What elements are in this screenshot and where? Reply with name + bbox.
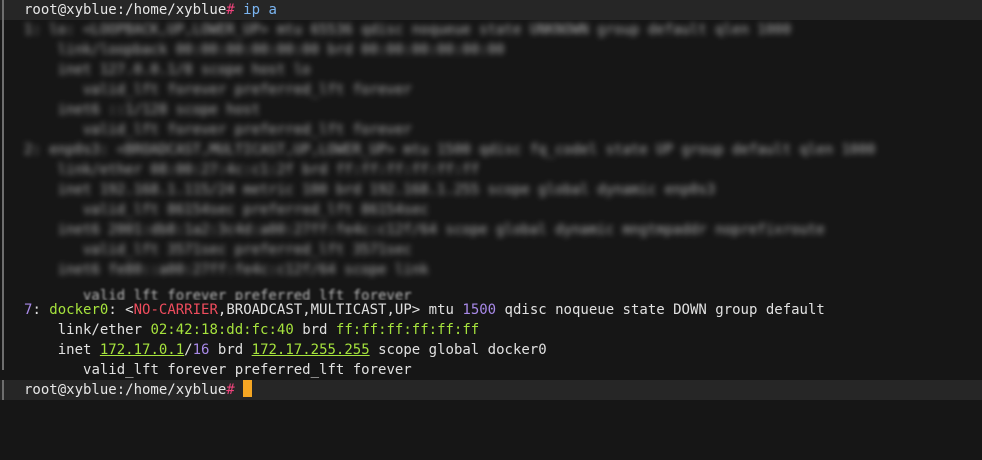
link-label: link/ether <box>57 322 143 338</box>
inet-line: inet 172.17.0.1/16 brd 172.17.255.255 sc… <box>57 342 547 358</box>
prompt-symbol: # <box>226 2 235 18</box>
blurred-line: link/loopback 00:00:00:00:00:00 brd 00:0… <box>24 42 505 58</box>
brd-label: brd <box>302 322 328 338</box>
flags-close: > <box>411 302 421 318</box>
blurred-line: link/ether 08:00:27:4c:c1:2f brd ff:ff:f… <box>24 162 480 178</box>
valid-lft-line: valid_lft forever preferred_lft forever <box>0 360 982 380</box>
link-ether-line: link/ether 02:42:18:dd:fc:40 brd ff:ff:f… <box>0 320 982 340</box>
partial-line: valid_lft forever preferred_lft forever <box>24 288 412 300</box>
valid-lft-text: valid_lft forever preferred_lft forever <box>83 362 412 378</box>
terminal-window[interactable]: root@xyblue:/home/xyblue# ip a 1: lo: <L… <box>0 0 982 414</box>
ip-address[interactable]: 172.17.0.1 <box>100 342 184 358</box>
broadcast-ip[interactable]: 172.17.255.255 <box>252 342 370 358</box>
scrollback-marker <box>2 0 4 20</box>
prompt-path: root@xyblue:/home/xyblue <box>24 382 227 398</box>
prefix-length: 16 <box>192 342 210 358</box>
interface-header-docker0: 7: docker0: <NO-CARRIER,BROADCAST,MULTIC… <box>24 302 825 318</box>
prompt-path: root@xyblue:/home/xyblue <box>24 2 227 18</box>
interface-name: docker0 <box>49 302 109 318</box>
blurred-line: valid_lft forever preferred_lft forever <box>24 82 412 98</box>
blurred-output: 1: lo: <LOOPBACK,UP,LOWER_UP> mtu 65536 … <box>0 20 982 300</box>
command-text: ip a <box>243 2 277 18</box>
flags-rest: ,BROADCAST,MULTICAST,UP <box>217 302 412 318</box>
blurred-line: inet6 ::1/128 scope host <box>24 102 261 118</box>
blurred-line: 1: lo: <LOOPBACK,UP,LOWER_UP> mtu 65536 … <box>24 22 792 38</box>
blurred-line: inet 127.0.0.1/8 scope host lo <box>24 62 311 78</box>
mtu-value: 1500 <box>462 302 497 318</box>
inet-label: inet <box>57 342 92 358</box>
blurred-line: valid_lft 86154sec preferred_lft 86154se… <box>24 202 429 218</box>
text-cursor[interactable] <box>243 380 253 397</box>
command-line: root@xyblue:/home/xyblue# ip a <box>0 0 982 20</box>
mac-address: 02:42:18:dd:fc:40 <box>150 322 294 338</box>
flags-open: < <box>125 302 134 318</box>
broadcast-mac: ff:ff:ff:ff:ff:ff <box>335 322 480 338</box>
blurred-line: inet6 fe80::a00:27ff:fe4c:c12f/64 scope … <box>24 262 429 278</box>
brd-label: brd <box>217 342 244 358</box>
blurred-line: inet 192.168.1.115/24 metric 100 brd 192… <box>24 182 716 198</box>
scrollback-marker <box>2 380 4 400</box>
blurred-line: valid_lft 3571sec preferred_lft 3571sec <box>24 242 412 258</box>
mtu-label: mtu <box>428 302 454 318</box>
interface-index: 7 <box>24 302 33 318</box>
blurred-line: 2: enp0s3: <BROADCAST,MULTICAST,UP,LOWER… <box>24 142 876 158</box>
prompt-symbol: # <box>226 382 235 398</box>
active-prompt-line[interactable]: root@xyblue:/home/xyblue# <box>0 380 982 400</box>
interface-state: qdisc noqueue state DOWN group default <box>504 302 825 318</box>
blurred-line: valid_lft forever preferred_lft forever <box>24 122 412 138</box>
flag-no-carrier: NO-CARRIER <box>133 302 218 318</box>
blurred-line: inet6 2001:db8:1a2:3c4d:a00:27ff:fe4c:c1… <box>24 222 825 238</box>
scope-text: scope global docker0 <box>378 342 547 358</box>
